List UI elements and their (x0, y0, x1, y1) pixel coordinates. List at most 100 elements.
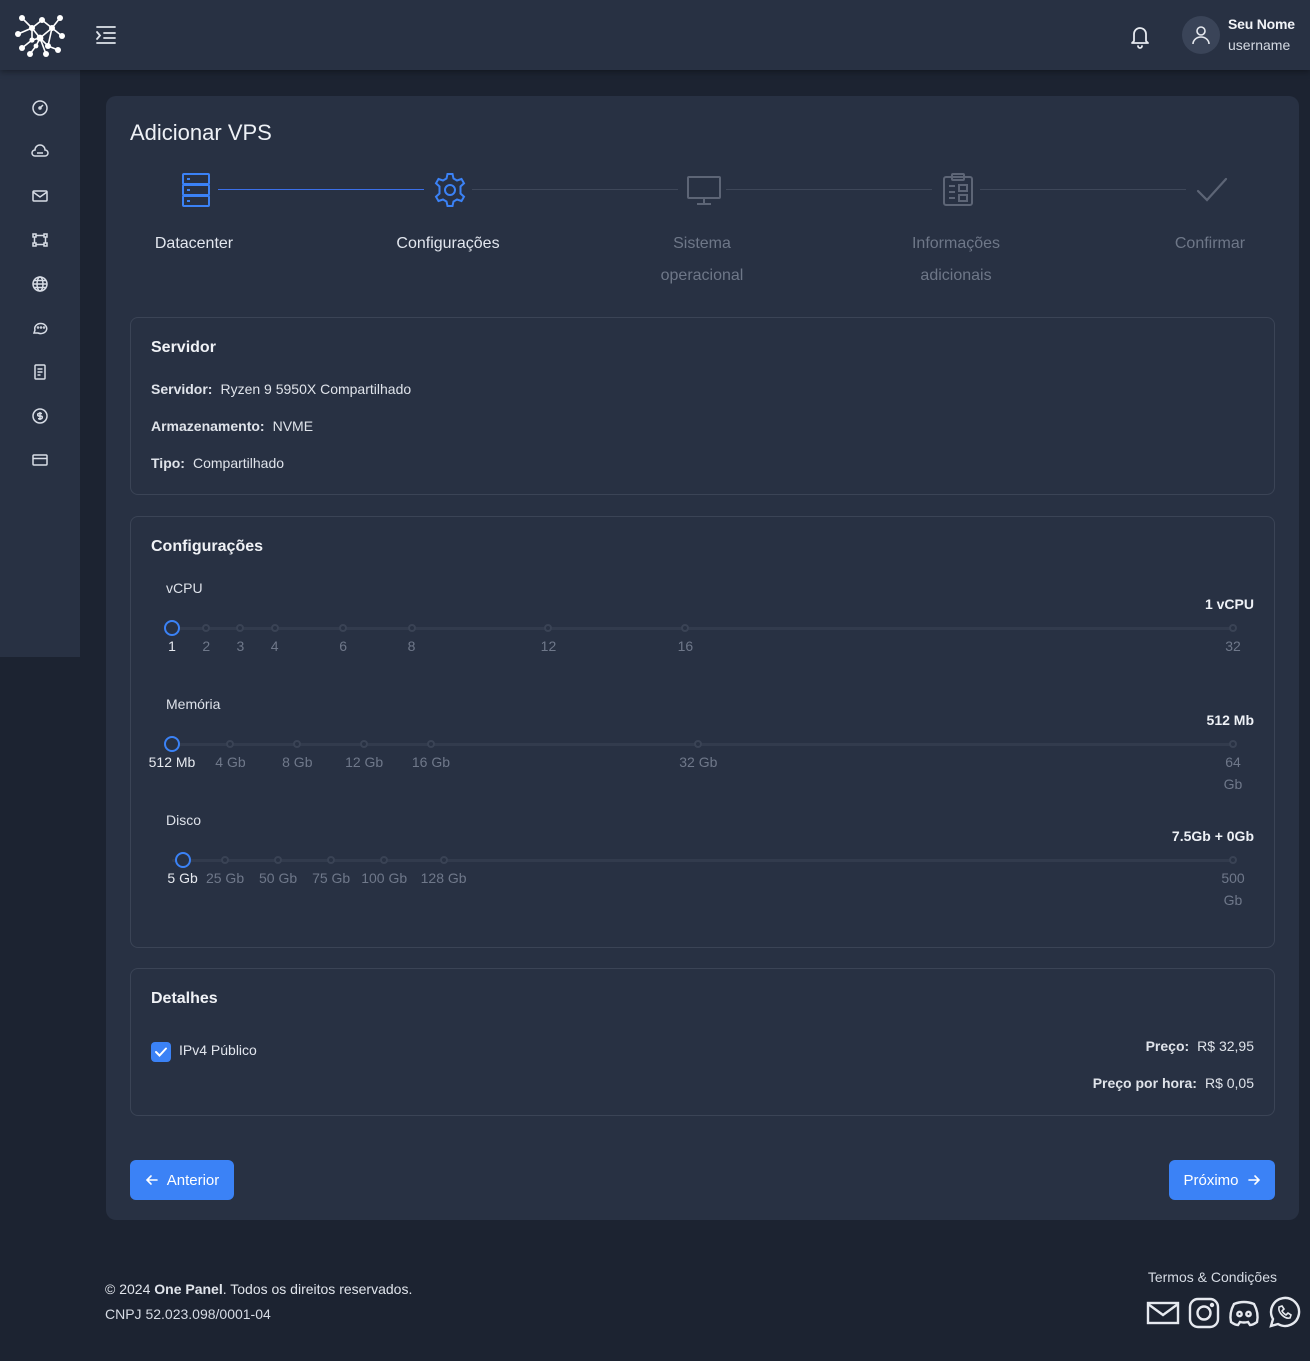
clipboard-icon[interactable] (939, 171, 977, 209)
slider-tick-label[interactable]: 64 Gb (1217, 751, 1249, 795)
sidebar (0, 70, 80, 657)
slider-tick[interactable] (407, 624, 416, 632)
slider-tick-label[interactable]: 16 Gb (401, 751, 461, 773)
slider-tick[interactable] (270, 624, 279, 632)
sidebar-item-card[interactable] (28, 448, 52, 472)
panel-title: Servidor (151, 339, 216, 356)
slider-tick-label[interactable]: 50 Gb (248, 867, 308, 889)
slider-tick-label[interactable]: 6 (313, 635, 373, 657)
slider-thumb[interactable] (164, 620, 180, 636)
slider-tick-label[interactable]: 128 Gb (414, 867, 474, 889)
cnpj: CNPJ 52.023.098/0001-04 (105, 1306, 271, 1322)
server-icon[interactable] (177, 171, 215, 209)
slider-tick[interactable] (380, 856, 389, 864)
slider-tick[interactable] (327, 856, 336, 864)
price: Preço: R$ 32,95 (1145, 1038, 1254, 1054)
ipv4-label[interactable]: IPv4 Público (179, 1042, 257, 1058)
slider-tick[interactable] (694, 740, 703, 748)
slider-track[interactable] (172, 627, 1233, 630)
check-icon[interactable] (1193, 171, 1231, 209)
previous-button[interactable]: Anterior (130, 1160, 234, 1200)
slider-tick-label[interactable]: 12 (518, 635, 578, 657)
notification-bell-icon[interactable] (1128, 23, 1152, 49)
arrow-left-icon (145, 1175, 158, 1185)
next-button-label: Próximo (1183, 1171, 1239, 1189)
slider-tick[interactable] (339, 624, 348, 632)
slider-tick[interactable] (1229, 740, 1237, 748)
monitor-icon[interactable] (685, 171, 723, 209)
slider-tick[interactable] (221, 856, 230, 864)
menu-toggle-icon[interactable] (94, 24, 118, 46)
slider-thumb[interactable] (164, 736, 180, 752)
slider-tick-label[interactable]: 4 (245, 635, 305, 657)
step-label-confirmar[interactable]: Confirmar (1120, 228, 1300, 260)
sidebar-item-vector[interactable] (28, 228, 52, 252)
slider-thumb[interactable] (174, 852, 191, 868)
sidebar-item-chat[interactable] (28, 316, 52, 340)
slider-tick[interactable] (202, 624, 211, 632)
slider-tick[interactable] (226, 740, 235, 748)
instagram-icon[interactable] (1187, 1296, 1221, 1330)
sidebar-item-globe[interactable] (28, 272, 52, 296)
slider-tick[interactable] (681, 624, 690, 632)
page-title: Adicionar VPS (130, 120, 272, 145)
slider-tick-label[interactable]: 25 Gb (195, 867, 255, 889)
slider-tick[interactable] (236, 624, 245, 632)
stepper-connector (980, 189, 1186, 190)
slider-tick-label[interactable]: 8 (382, 635, 442, 657)
slider-tick-label[interactable]: 75 Gb (301, 867, 361, 889)
slider-tick[interactable] (293, 740, 302, 748)
step-label-informacoes[interactable]: Informações adicionais (866, 228, 1046, 292)
slider-tick[interactable] (360, 740, 369, 748)
slider-label: vCPU (166, 580, 203, 596)
sidebar-item-invoice[interactable] (28, 360, 52, 384)
step-label-configuracoes[interactable]: Configurações (358, 228, 538, 260)
sidebar-item-mail[interactable] (28, 184, 52, 208)
discord-icon[interactable] (1227, 1296, 1261, 1330)
slider-tick-label[interactable]: 16 (655, 635, 715, 657)
mail-icon[interactable] (1146, 1296, 1180, 1330)
slider-track[interactable] (172, 743, 1233, 746)
slider-tick[interactable] (426, 740, 435, 748)
sidebar-item-dashboard[interactable] (28, 96, 52, 120)
ipv4-checkbox[interactable] (151, 1042, 171, 1062)
slider-tick[interactable] (439, 856, 448, 864)
stepper-connector (726, 189, 932, 190)
slider-tick[interactable] (544, 624, 553, 632)
step-label-sistema[interactable]: Sistema operacional (612, 228, 792, 292)
user-username: username (1228, 37, 1291, 53)
avatar[interactable] (1182, 16, 1220, 54)
next-button[interactable]: Próximo (1169, 1160, 1275, 1200)
globe-icon (32, 276, 48, 292)
user-icon (1192, 26, 1210, 45)
slider-tick-label[interactable]: 32 Gb (668, 751, 728, 773)
slider-value: 1 vCPU (1204, 596, 1254, 612)
slider-tick-label[interactable]: 4 Gb (200, 751, 260, 773)
slider-tick[interactable] (1229, 624, 1237, 632)
dollar-icon (32, 408, 48, 424)
terms-link[interactable]: Termos & Condições (1148, 1269, 1277, 1285)
stepper-connector (472, 189, 678, 190)
slider-tick-label[interactable]: 12 Gb (334, 751, 394, 773)
slider-label: Memória (166, 696, 221, 712)
detalhes-panel: Detalhes IPv4 Público Preço: R$ 32,95 Pre… (130, 968, 1275, 1116)
panel-title: Configurações (151, 538, 264, 555)
slider-tick-label[interactable]: 512 Mb (142, 751, 202, 773)
slider-tick-label[interactable]: 32 (1203, 635, 1263, 657)
whatsapp-icon[interactable] (1267, 1296, 1301, 1330)
sidebar-item-cloud[interactable] (28, 140, 52, 164)
slider-tick-label[interactable]: 100 Gb (354, 867, 414, 889)
slider-tick-label[interactable]: 8 Gb (267, 751, 327, 773)
invoice-icon (34, 364, 46, 380)
slider-tick-label[interactable]: 500 Gb (1217, 867, 1249, 911)
checkmark-icon (155, 1047, 167, 1057)
slider-tick[interactable] (1229, 856, 1237, 864)
logo-icon[interactable] (12, 10, 68, 60)
arrow-right-icon (1247, 1175, 1260, 1185)
gear-icon[interactable] (431, 171, 469, 209)
armazenamento-row: Armazenamento: NVME (151, 418, 314, 434)
step-label-datacenter[interactable]: Datacenter (104, 228, 284, 260)
hourly-price: Preço por hora: R$ 0,05 (1092, 1075, 1254, 1091)
slider-tick[interactable] (274, 856, 283, 864)
sidebar-item-billing[interactable] (28, 404, 52, 428)
